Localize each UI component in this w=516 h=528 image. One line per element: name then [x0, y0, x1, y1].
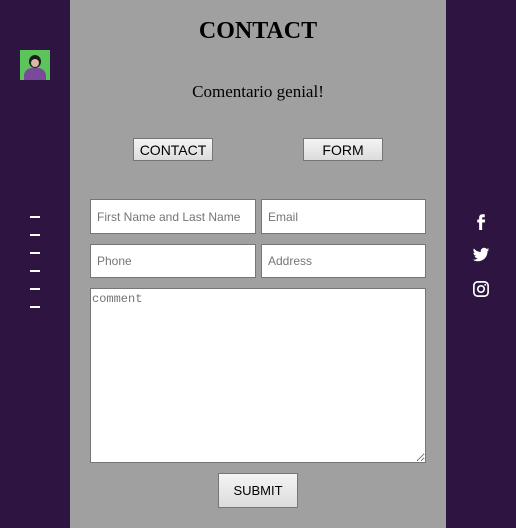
menu-line — [30, 288, 40, 290]
form-button[interactable]: FORM — [303, 138, 383, 161]
contact-button[interactable]: CONTACT — [133, 138, 213, 161]
hamburger-menu-icon[interactable] — [30, 216, 40, 324]
menu-line — [30, 216, 40, 218]
address-input[interactable] — [261, 244, 426, 278]
submit-button[interactable]: SUBMIT — [218, 473, 298, 508]
menu-line — [30, 252, 40, 254]
twitter-icon[interactable] — [472, 246, 490, 264]
main-content: CONTACT Comentario genial! CONTACT FORM … — [70, 0, 446, 528]
menu-line — [30, 234, 40, 236]
avatar[interactable] — [20, 50, 50, 80]
page-title: CONTACT — [198, 18, 318, 44]
avatar-body — [24, 68, 46, 80]
page-subtitle: Comentario genial! — [192, 82, 324, 101]
facebook-icon[interactable] — [472, 212, 490, 230]
menu-line — [30, 270, 40, 272]
right-sidebar — [446, 0, 516, 528]
menu-line — [30, 306, 40, 308]
left-sidebar — [0, 0, 70, 528]
instagram-icon[interactable] — [472, 280, 490, 298]
name-input[interactable] — [90, 199, 256, 234]
phone-input[interactable] — [90, 244, 256, 278]
avatar-face — [31, 59, 39, 67]
email-input[interactable] — [261, 199, 426, 234]
comment-textarea[interactable] — [90, 288, 426, 463]
